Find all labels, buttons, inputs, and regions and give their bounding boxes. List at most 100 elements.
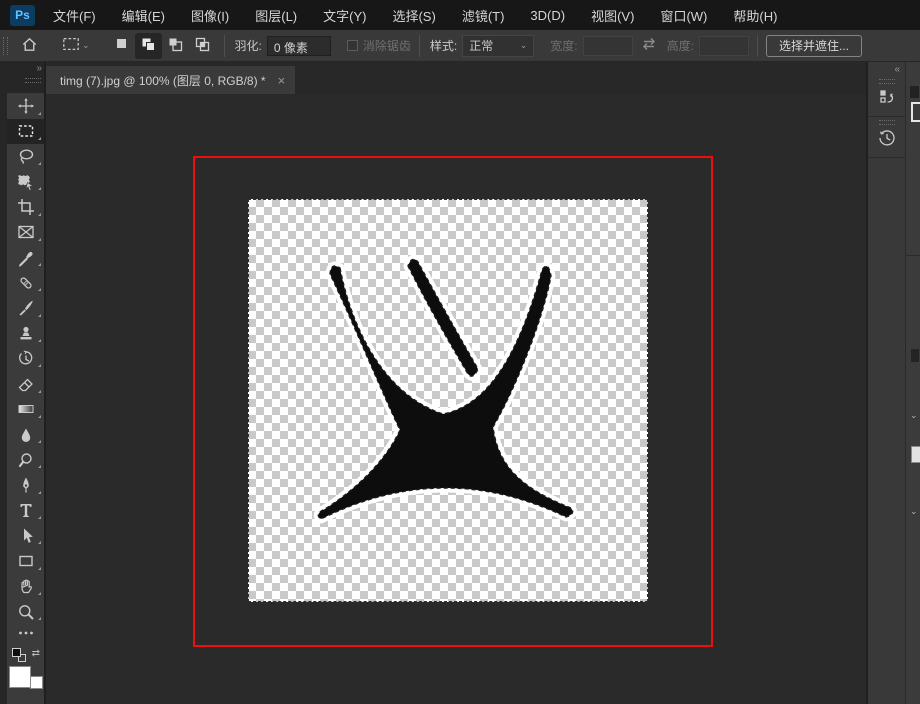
dock-header: « xyxy=(868,62,905,76)
crop-tool[interactable] xyxy=(7,194,44,219)
divider xyxy=(419,35,420,57)
menu-type[interactable]: 文字(Y) xyxy=(310,0,379,30)
menu-bar: Ps 文件(F) 编辑(E) 图像(I) 图层(L) 文字(Y) 选择(S) 滤… xyxy=(0,0,920,30)
type-tool[interactable] xyxy=(7,498,44,523)
background-color-swatch[interactable] xyxy=(30,676,43,689)
zoom-tool[interactable] xyxy=(7,599,44,624)
chevron-icon: ⌄ xyxy=(910,410,918,421)
rectangle-tool[interactable] xyxy=(7,548,44,573)
rectangular-marquee-tool[interactable] xyxy=(7,119,44,144)
chevron-down-icon: ⌄ xyxy=(82,40,90,51)
default-colors-icon[interactable]: ⇄ xyxy=(12,648,34,664)
toolbar: » xyxy=(7,62,44,704)
menu-file[interactable]: 文件(F) xyxy=(40,0,109,30)
tool-options-bar: ⌄ xyxy=(0,30,920,62)
add-to-selection-button[interactable] xyxy=(135,33,162,59)
close-tab-icon[interactable]: × xyxy=(278,73,286,88)
menu-3d[interactable]: 3D(D) xyxy=(517,0,578,30)
foreground-color-swatch[interactable] xyxy=(9,666,31,688)
menu-edit[interactable]: 编辑(E) xyxy=(109,0,178,30)
gradient-tool[interactable] xyxy=(7,397,44,422)
move-tool[interactable] xyxy=(7,93,44,118)
photoshop-logo-icon: Ps xyxy=(10,5,35,26)
history-panel-button[interactable] xyxy=(868,117,905,158)
history-brush-tool[interactable] xyxy=(7,346,44,371)
new-selection-button[interactable] xyxy=(109,33,135,59)
history-panel-icon xyxy=(877,128,897,153)
anti-alias-option: 消除锯齿 xyxy=(347,37,411,54)
menu-select[interactable]: 选择(S) xyxy=(379,0,448,30)
toolbar-header: » xyxy=(7,62,44,93)
home-icon xyxy=(21,36,38,56)
divider xyxy=(224,35,225,57)
style-dropdown[interactable]: 正常 ⌄ xyxy=(462,35,534,57)
path-selection-tool[interactable] xyxy=(7,523,44,548)
object-selection-tool[interactable] xyxy=(7,169,44,194)
feather-input[interactable]: 0 像素 xyxy=(267,36,331,56)
red-highlight-rectangle xyxy=(194,157,712,646)
right-panel-dock: « xyxy=(866,62,905,704)
style-label: 样式: xyxy=(430,37,457,54)
anti-alias-checkbox[interactable] xyxy=(347,40,358,51)
document-tab-title: timg (7).jpg @ 100% (图层 0, RGB/8) * xyxy=(60,72,266,89)
dodge-tool[interactable] xyxy=(7,447,44,472)
new-selection-icon xyxy=(114,36,130,55)
subtract-from-selection-button[interactable] xyxy=(162,33,189,59)
swap-dimensions-icon[interactable] xyxy=(641,37,657,54)
spot-healing-brush-tool[interactable] xyxy=(7,270,44,295)
menu-window[interactable]: 窗口(W) xyxy=(647,0,720,30)
feather-label: 羽化: xyxy=(235,37,262,54)
width-label: 宽度: xyxy=(550,37,577,54)
blur-tool[interactable] xyxy=(7,422,44,447)
home-button[interactable] xyxy=(16,33,43,59)
menu-filter[interactable]: 滤镜(T) xyxy=(449,0,518,30)
menu-image[interactable]: 图像(I) xyxy=(178,0,242,30)
tool-preset-picker[interactable]: ⌄ xyxy=(57,33,95,59)
clipped-swatch-fragment xyxy=(911,446,920,463)
color-controls: ⇄ xyxy=(7,646,44,704)
pen-tool[interactable] xyxy=(7,472,44,497)
expand-toolbar-icon[interactable]: » xyxy=(36,64,41,74)
divider xyxy=(906,255,920,256)
edit-toolbar-button[interactable] xyxy=(7,624,44,642)
height-label: 高度: xyxy=(667,37,694,54)
add-to-selection-icon xyxy=(140,36,157,56)
intersect-selection-icon xyxy=(194,36,211,56)
collapse-dock-icon[interactable]: « xyxy=(894,64,899,75)
marquee-preset-icon xyxy=(62,36,80,55)
clipped-panel-column: ⌄ ⌄ xyxy=(905,62,920,704)
hand-tool[interactable] xyxy=(7,574,44,599)
height-input xyxy=(699,36,749,56)
panel-grip xyxy=(879,79,895,84)
eyedropper-tool[interactable] xyxy=(7,245,44,270)
swap-colors-icon[interactable]: ⇄ xyxy=(32,648,40,659)
subtract-from-selection-icon xyxy=(167,36,184,56)
canvas-overlay xyxy=(46,94,866,704)
layer-comps-panel-icon xyxy=(877,87,897,112)
chevron-down-icon: ⌄ xyxy=(520,40,528,51)
anti-alias-label: 消除锯齿 xyxy=(363,37,411,54)
clone-stamp-tool[interactable] xyxy=(7,321,44,346)
canvas-viewport[interactable] xyxy=(46,94,866,704)
toolbar-grip[interactable] xyxy=(25,78,41,83)
selection-mode-group xyxy=(109,33,216,59)
workspace: » xyxy=(0,62,920,704)
document-tab[interactable]: timg (7).jpg @ 100% (图层 0, RGB/8) * × xyxy=(46,66,295,94)
layer-comps-panel-button[interactable] xyxy=(868,76,905,117)
chevron-icon: ⌄ xyxy=(910,506,918,517)
menu-layer[interactable]: 图层(L) xyxy=(242,0,310,30)
clipped-panel-fragment xyxy=(911,349,919,362)
select-and-mask-button[interactable]: 选择并遮住... xyxy=(766,35,862,57)
clipped-swatch-fragment xyxy=(911,102,920,122)
options-bar-grip[interactable] xyxy=(3,37,8,55)
style-value: 正常 xyxy=(469,37,493,54)
intersect-selection-button[interactable] xyxy=(189,33,216,59)
lasso-tool[interactable] xyxy=(7,144,44,169)
brush-tool[interactable] xyxy=(7,295,44,320)
menu-help[interactable]: 帮助(H) xyxy=(720,0,790,30)
eraser-tool[interactable] xyxy=(7,371,44,396)
frame-tool[interactable] xyxy=(7,220,44,245)
panel-grip xyxy=(879,120,895,125)
tab-bar: timg (7).jpg @ 100% (图层 0, RGB/8) * × xyxy=(46,62,866,94)
menu-view[interactable]: 视图(V) xyxy=(578,0,647,30)
